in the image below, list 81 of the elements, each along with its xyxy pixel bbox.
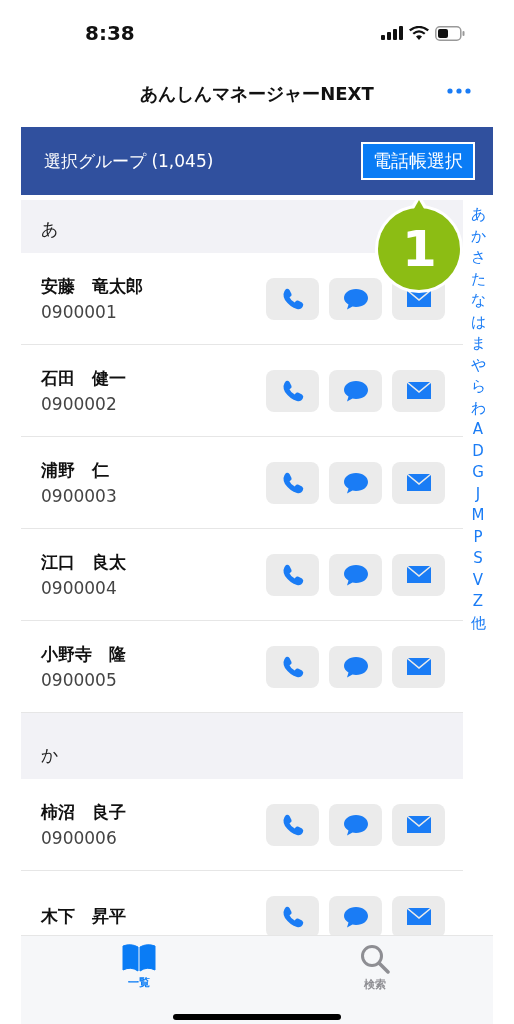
index-letter[interactable]: か bbox=[470, 225, 486, 247]
envelope-icon bbox=[405, 564, 432, 585]
contact-name[interactable]: 石田 健一 bbox=[41, 367, 126, 390]
contact-name[interactable]: 柿沼 良子 bbox=[41, 801, 126, 824]
mail-button[interactable] bbox=[392, 803, 445, 846]
call-button[interactable] bbox=[266, 369, 319, 412]
section-letter: あ bbox=[41, 218, 58, 241]
speech-bubble-icon bbox=[342, 562, 369, 587]
contact-name[interactable]: 安藤 竜太郎 bbox=[41, 275, 143, 298]
message-button[interactable] bbox=[329, 277, 382, 320]
call-button[interactable] bbox=[266, 553, 319, 596]
contact-number: 0900005 bbox=[41, 670, 118, 690]
call-button[interactable] bbox=[266, 803, 319, 846]
app-title: あんしんマネージャーNEXT bbox=[140, 81, 374, 106]
index-letter[interactable]: A bbox=[472, 419, 484, 441]
index-letter[interactable]: わ bbox=[470, 397, 486, 419]
speech-bubble-icon bbox=[342, 654, 369, 679]
index-letter[interactable]: P bbox=[473, 526, 483, 548]
contact-name[interactable]: 木下 昇平 bbox=[41, 905, 126, 928]
envelope-icon bbox=[405, 656, 432, 677]
index-letter[interactable]: M bbox=[471, 505, 485, 527]
book-icon bbox=[122, 944, 156, 972]
mail-button[interactable] bbox=[392, 461, 445, 504]
speech-bubble-icon bbox=[342, 470, 369, 495]
message-button[interactable] bbox=[329, 461, 382, 504]
message-button[interactable] bbox=[329, 645, 382, 688]
index-letter[interactable]: Z bbox=[472, 591, 484, 613]
contact-number: 0900001 bbox=[41, 302, 118, 322]
message-button[interactable] bbox=[329, 803, 382, 846]
call-button[interactable] bbox=[266, 461, 319, 504]
speech-bubble-icon bbox=[342, 378, 369, 403]
mail-button[interactable] bbox=[392, 553, 445, 596]
status-time: 8:38 bbox=[85, 21, 135, 45]
call-button[interactable] bbox=[266, 645, 319, 688]
envelope-icon bbox=[405, 906, 432, 927]
contact-name[interactable]: 浦野 仁 bbox=[41, 459, 117, 482]
message-button[interactable] bbox=[329, 553, 382, 596]
index-letter[interactable]: S bbox=[473, 548, 483, 570]
contact-number: 0900003 bbox=[41, 486, 117, 506]
contact-number: 0900006 bbox=[41, 828, 118, 848]
index-letter[interactable]: や bbox=[470, 354, 486, 376]
signal-icon bbox=[381, 26, 403, 40]
search-icon bbox=[360, 944, 390, 974]
tab-button[interactable]: 検索 bbox=[257, 936, 493, 992]
index-letter[interactable]: J bbox=[475, 483, 481, 505]
speech-bubble-icon bbox=[342, 904, 369, 929]
section-letter: か bbox=[41, 744, 58, 767]
index-letter[interactable]: ら bbox=[470, 376, 486, 398]
mail-button[interactable] bbox=[392, 369, 445, 412]
call-button[interactable] bbox=[266, 895, 319, 935]
contact-name[interactable]: 江口 良太 bbox=[41, 551, 126, 574]
message-button[interactable] bbox=[329, 369, 382, 412]
index-letter[interactable]: V bbox=[472, 569, 484, 591]
wifi-icon bbox=[409, 26, 429, 40]
index-letter[interactable]: 他 bbox=[470, 612, 486, 634]
index-letter[interactable]: な bbox=[470, 290, 486, 312]
speech-bubble-icon bbox=[342, 286, 369, 311]
message-button[interactable] bbox=[329, 895, 382, 935]
group-label: 選択グループ (1,045) bbox=[44, 149, 214, 173]
phonebook-select-button[interactable]: 電話帳選択 bbox=[361, 142, 475, 180]
envelope-icon bbox=[405, 380, 432, 401]
index-letter[interactable]: は bbox=[470, 311, 486, 333]
envelope-icon bbox=[405, 472, 432, 493]
more-icon[interactable] bbox=[447, 88, 471, 94]
index-letter[interactable]: ま bbox=[470, 333, 486, 355]
mail-button[interactable] bbox=[392, 895, 445, 935]
index-letter[interactable]: あ bbox=[470, 204, 486, 226]
speech-bubble-icon bbox=[342, 812, 369, 837]
tab-button[interactable]: 一覧 bbox=[21, 936, 257, 992]
index-letter[interactable]: D bbox=[472, 440, 484, 462]
battery-icon bbox=[435, 25, 465, 41]
mail-button[interactable] bbox=[392, 645, 445, 688]
contact-number: 0900004 bbox=[41, 578, 118, 598]
callout-number: 1 bbox=[402, 222, 436, 276]
contact-name[interactable]: 小野寺 隆 bbox=[41, 643, 126, 666]
index-letter[interactable]: た bbox=[470, 268, 486, 290]
call-button[interactable] bbox=[266, 277, 319, 320]
contact-number: 0900002 bbox=[41, 394, 118, 414]
index-letter[interactable]: さ bbox=[470, 247, 486, 269]
index-letter[interactable]: G bbox=[472, 462, 484, 484]
envelope-icon bbox=[405, 814, 432, 835]
